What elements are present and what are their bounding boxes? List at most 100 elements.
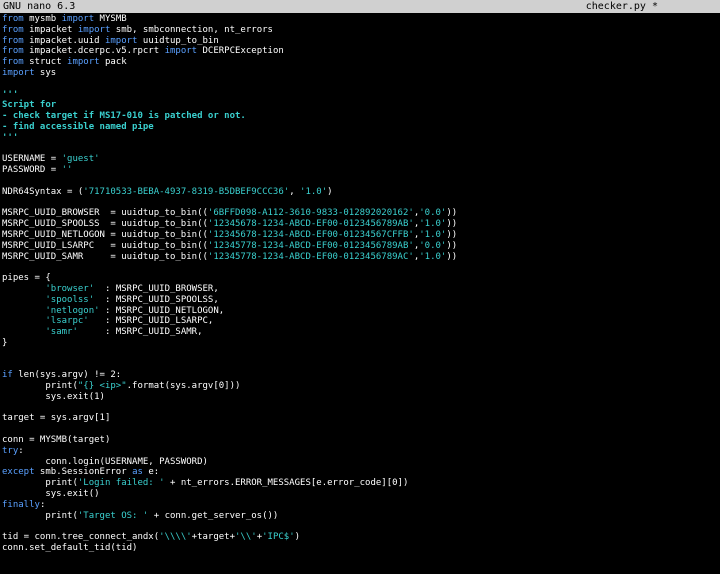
code-token: '0.0' xyxy=(419,208,447,219)
code-token: '12345778-1234-ABCD-EF00-0123456789AB' xyxy=(207,240,414,251)
code-token: )) xyxy=(446,229,458,240)
code-token: , xyxy=(289,186,301,197)
code-token: conn.set_default_tid(tid) xyxy=(2,543,138,554)
code-token: print( xyxy=(2,510,78,521)
code-token: '1.0' xyxy=(300,186,328,197)
code-line: USERNAME = 'guest' xyxy=(2,154,718,165)
code-line: sys.exit(1) xyxy=(2,392,718,403)
code-line: MSRPC_UUID_BROWSER = uuidtup_to_bin(('6B… xyxy=(2,208,718,219)
code-line: conn.login(USERNAME, PASSWORD) xyxy=(2,457,718,468)
code-token: pipes = { xyxy=(2,273,51,284)
code-token: from xyxy=(2,24,24,35)
code-line: from impacket import smb, smbconnection,… xyxy=(2,25,718,36)
code-token: from xyxy=(2,35,24,46)
code-token: uuidtup_to_bin xyxy=(137,35,219,46)
code-line: print('Login failed: ' + nt_errors.ERROR… xyxy=(2,478,718,489)
code-token: MSRPC_UUID_SAMR = uuidtup_to_bin(( xyxy=(2,251,208,262)
code-token: sys.exit() xyxy=(2,489,100,500)
code-line: MSRPC_UUID_LSARPC = uuidtup_to_bin(('123… xyxy=(2,241,718,252)
code-token: MSRPC_UUID_SPOOLSS = uuidtup_to_bin(( xyxy=(2,219,208,230)
code-token: ) xyxy=(294,532,301,543)
code-token: : MSRPC_UUID_SAMR, xyxy=(77,327,203,338)
nano-title-bar: GNU nano 6.3 checker.py * xyxy=(0,0,720,13)
code-token: : MSRPC_UUID_BROWSER, xyxy=(94,283,219,294)
code-token: '1.0' xyxy=(419,229,447,240)
code-token: 'guest' xyxy=(61,154,100,165)
code-line: sys.exit() xyxy=(2,489,718,500)
code-token: MSRPC_UUID_NETLOGON = uuidtup_to_bin(( xyxy=(2,229,208,240)
code-token: 'netlogon' xyxy=(45,305,100,316)
code-token: NDR64Syntax = ( xyxy=(2,186,84,197)
code-token: import xyxy=(164,46,198,57)
code-token: from xyxy=(2,46,24,57)
code-token: pack xyxy=(99,57,127,68)
code-line: 'spoolss' : MSRPC_UUID_SPOOLSS, xyxy=(2,295,718,306)
code-editor[interactable]: from mysmb import MYSMB from impacket imp… xyxy=(2,14,718,570)
code-token: import xyxy=(61,14,95,24)
code-token: from xyxy=(2,57,24,68)
code-line: MSRPC_UUID_SPOOLSS = uuidtup_to_bin(('12… xyxy=(2,219,718,230)
code-token: 'samr' xyxy=(45,327,78,338)
code-line: from impacket.dcerpc.v5.rpcrt import DCE… xyxy=(2,46,718,57)
code-token: mysmb xyxy=(23,14,62,24)
code-line: Script for xyxy=(2,100,718,111)
code-line: conn.set_default_tid(tid) xyxy=(2,543,718,554)
code-line: - find accessible named pipe xyxy=(2,122,718,133)
code-token: sys xyxy=(34,67,57,78)
code-line: print("{} <ip>".format(sys.argv[0])) xyxy=(2,381,718,392)
code-line: PASSWORD = '' xyxy=(2,165,718,176)
code-token: impacket xyxy=(23,24,78,35)
code-token: struct xyxy=(23,57,68,68)
code-line: 'netlogon' : MSRPC_UUID_NETLOGON, xyxy=(2,306,718,317)
code-line: MSRPC_UUID_SAMR = uuidtup_to_bin(('12345… xyxy=(2,252,718,263)
code-token: except xyxy=(2,467,35,478)
code-line: pipes = { xyxy=(2,273,718,284)
code-token: - find accessible named pipe xyxy=(2,121,154,132)
code-token: +target+ xyxy=(191,532,236,543)
code-line: print('Target OS: ' + conn.get_server_os… xyxy=(2,511,718,522)
code-token: conn = MYSMB(target) xyxy=(2,435,111,446)
code-token: : xyxy=(39,499,46,510)
code-line: from impacket.uuid import uuidtup_to_bin xyxy=(2,36,718,47)
code-token: '12345678-1234-ABCD-EF00-0123456789AB' xyxy=(207,219,414,230)
code-token: impacket.dcerpc.v5.rpcrt xyxy=(23,46,165,57)
code-token: import xyxy=(2,67,35,78)
code-token: - check target if MS17-010 is patched or… xyxy=(2,111,246,122)
code-token: .format(sys.argv[0])) xyxy=(126,381,241,392)
code-token: PASSWORD = xyxy=(2,165,62,176)
code-token: + conn.get_server_os()) xyxy=(148,510,279,521)
code-line: if len(sys.argv) != 2: xyxy=(2,370,718,381)
code-token: try xyxy=(2,445,19,456)
code-token: )) xyxy=(446,219,458,230)
code-token: : MSRPC_UUID_NETLOGON, xyxy=(99,305,225,316)
code-token: len(sys.argv) != 2: xyxy=(12,370,122,381)
code-token: if xyxy=(2,370,13,381)
code-token: : xyxy=(18,445,24,456)
code-line: MSRPC_UUID_NETLOGON = uuidtup_to_bin(( '1… xyxy=(2,230,718,241)
code-token: import xyxy=(77,24,111,35)
code-token: 'lsarpc' xyxy=(45,316,89,327)
code-token: + nt_errors.ERROR_MESSAGES[e.error_code]… xyxy=(164,478,409,489)
code-token: ''' xyxy=(2,89,19,100)
code-line: } xyxy=(2,338,718,349)
code-token: from xyxy=(2,14,24,24)
code-token: '0.0' xyxy=(419,240,447,251)
file-name: checker.py * xyxy=(585,1,658,12)
code-token: } xyxy=(2,337,8,348)
code-token: : MSRPC_UUID_SPOOLSS, xyxy=(94,294,219,305)
code-token: : MSRPC_UUID_LSARPC, xyxy=(88,316,214,327)
code-token: 'browser' xyxy=(45,283,95,294)
code-token: MYSMB xyxy=(94,14,127,24)
code-token: import xyxy=(104,35,138,46)
code-token: '\\\\' xyxy=(159,532,192,543)
